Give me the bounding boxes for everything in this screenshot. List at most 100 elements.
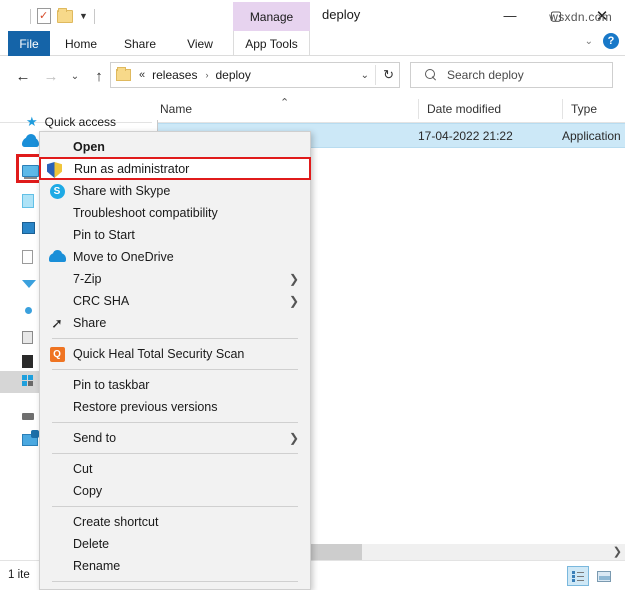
divider bbox=[93, 8, 95, 24]
cell-date-modified: 17-04-2022 21:22 bbox=[418, 129, 513, 143]
address-bar: ← → ⌄ ↑ « releases › deploy ⌄ ↻ Search d… bbox=[0, 57, 625, 93]
skype-icon: S bbox=[48, 182, 66, 200]
column-header-date-modified[interactable]: Date modified bbox=[418, 99, 501, 119]
menu-item-delete[interactable]: Delete bbox=[40, 533, 310, 555]
menu-item-label: Cut bbox=[73, 462, 93, 476]
new-folder-icon[interactable] bbox=[57, 7, 73, 23]
annotation-highlight-run-as-administrator[interactable]: Run as administrator bbox=[39, 157, 311, 180]
menu-item-pin-to-start[interactable]: Pin to Start bbox=[40, 224, 310, 246]
view-mode-buttons bbox=[567, 566, 615, 586]
breadcrumb-item-deploy[interactable]: deploy bbox=[215, 68, 250, 82]
divider bbox=[375, 65, 376, 85]
menu-item-troubleshoot-compatibility[interactable]: Troubleshoot compatibility bbox=[40, 202, 310, 224]
help-icon[interactable]: ? bbox=[603, 33, 619, 49]
breadcrumb-overflow-icon[interactable]: « bbox=[139, 69, 145, 81]
search-icon bbox=[425, 69, 437, 81]
chevron-right-icon: ❯ bbox=[288, 294, 299, 308]
item-count-label: 1 ite bbox=[8, 569, 30, 581]
tiles-view-icon bbox=[597, 570, 611, 582]
divider bbox=[30, 8, 31, 24]
menu-item-restore-previous-versions[interactable]: Restore previous versions bbox=[40, 396, 310, 418]
quick-access-toolbar: ▼ bbox=[30, 4, 95, 28]
desktop-icon[interactable] bbox=[22, 194, 38, 209]
ribbon-tab-strip: File Home Share View App Tools bbox=[0, 31, 625, 56]
menu-item-crc-sha[interactable]: CRC SHA ❯ bbox=[40, 290, 310, 312]
menu-separator bbox=[52, 506, 298, 507]
back-button[interactable]: ← bbox=[12, 65, 34, 87]
menu-item-rename[interactable]: Rename bbox=[40, 555, 310, 577]
menu-item-send-to[interactable]: Send to ❯ bbox=[40, 427, 310, 449]
breadcrumb-separator-icon: › bbox=[205, 70, 209, 80]
local-disk-icon[interactable] bbox=[22, 375, 38, 390]
menu-item-share[interactable]: ➚ Share bbox=[40, 312, 310, 334]
chevron-right-icon: ❯ bbox=[288, 272, 299, 286]
column-header-name[interactable]: Name bbox=[160, 95, 192, 122]
refresh-icon[interactable]: ↻ bbox=[383, 67, 394, 83]
menu-item-label: Send to bbox=[73, 431, 117, 445]
menu-item-quick-heal-total-security-scan[interactable]: Q Quick Heal Total Security Scan bbox=[40, 343, 310, 365]
menu-item-cut[interactable]: Cut bbox=[40, 458, 310, 480]
windows-drive-icon[interactable] bbox=[22, 355, 38, 370]
chevron-down-icon[interactable]: ⌄ bbox=[361, 70, 369, 81]
breadcrumb-item-releases[interactable]: releases bbox=[152, 68, 197, 82]
drive-icon[interactable] bbox=[22, 413, 38, 428]
menu-separator bbox=[52, 453, 298, 454]
pictures-icon[interactable] bbox=[22, 307, 38, 322]
column-header-type[interactable]: Type bbox=[562, 99, 597, 119]
menu-item-label: Pin to taskbar bbox=[73, 378, 150, 392]
onedrive-cloud-icon[interactable] bbox=[22, 137, 39, 152]
forward-button[interactable]: → bbox=[40, 65, 62, 87]
menu-item-label: Pin to Start bbox=[73, 228, 135, 242]
tab-file[interactable]: File bbox=[8, 31, 50, 56]
up-button[interactable]: ↑ bbox=[88, 65, 110, 87]
minimize-button[interactable]: — bbox=[487, 0, 533, 31]
menu-item-7-zip[interactable]: 7-Zip ❯ bbox=[40, 268, 310, 290]
details-view-button[interactable] bbox=[567, 566, 589, 586]
documents-icon[interactable] bbox=[22, 222, 38, 237]
menu-separator bbox=[52, 581, 298, 582]
star-icon: ★ bbox=[26, 114, 38, 129]
music-icon[interactable] bbox=[22, 280, 38, 295]
properties-icon[interactable] bbox=[37, 8, 51, 24]
folder-icon bbox=[116, 67, 131, 81]
menu-item-label: Share bbox=[73, 316, 107, 330]
menu-item-properties[interactable]: Properties bbox=[40, 586, 310, 590]
videos-icon[interactable] bbox=[22, 331, 38, 346]
file-explorer-window: ▼ deploy — ▢ ✕ Manage File Home Share Vi… bbox=[0, 0, 625, 590]
window-title: deploy bbox=[322, 7, 361, 22]
menu-item-share-with-skype[interactable]: S Share with Skype bbox=[40, 180, 310, 202]
menu-item-copy[interactable]: Copy bbox=[40, 480, 310, 502]
tiles-view-button[interactable] bbox=[593, 566, 615, 586]
chevron-down-icon[interactable]: ⌄ bbox=[585, 36, 593, 47]
sidebar-item-quick-access[interactable]: ★ Quick access bbox=[26, 114, 116, 130]
menu-item-pin-to-taskbar[interactable]: Pin to taskbar bbox=[40, 374, 310, 396]
search-input[interactable]: Search deploy bbox=[447, 68, 524, 82]
menu-separator bbox=[52, 338, 298, 339]
tab-share[interactable]: Share bbox=[114, 31, 166, 56]
ribbon-right-controls: ⌄ ? bbox=[585, 33, 619, 49]
context-menu: Open Run as administrator S Share with Skyp… bbox=[39, 131, 311, 590]
breadcrumb[interactable]: « releases › deploy ⌄ ↻ bbox=[110, 62, 400, 88]
menu-item-open[interactable]: Open bbox=[40, 136, 310, 158]
menu-item-label: 7-Zip bbox=[73, 272, 102, 286]
watermark: wsxdn.com bbox=[549, 10, 612, 24]
menu-item-label: Open bbox=[73, 140, 105, 154]
menu-item-run-as-administrator-label: Run as administrator bbox=[74, 162, 190, 176]
menu-item-move-to-onedrive[interactable]: Move to OneDrive bbox=[40, 246, 310, 268]
tab-home[interactable]: Home bbox=[56, 31, 106, 56]
tab-app-tools[interactable]: App Tools bbox=[233, 31, 310, 56]
search-box[interactable]: Search deploy bbox=[410, 62, 613, 88]
chevron-right-icon: ❯ bbox=[288, 431, 299, 445]
downloads-icon[interactable] bbox=[22, 250, 38, 265]
recent-locations-button[interactable]: ⌄ bbox=[64, 65, 86, 87]
customize-qat-icon[interactable]: ▼ bbox=[79, 11, 88, 21]
network-icon[interactable] bbox=[22, 434, 38, 449]
menu-item-label: Create shortcut bbox=[73, 515, 159, 529]
menu-item-label: Delete bbox=[73, 537, 110, 551]
contextual-tab-manage[interactable]: Manage bbox=[233, 2, 310, 31]
details-view-icon bbox=[571, 570, 585, 582]
scroll-right-icon[interactable]: ❯ bbox=[613, 545, 622, 558]
menu-item-create-shortcut[interactable]: Create shortcut bbox=[40, 511, 310, 533]
sidebar-item-label: Quick access bbox=[44, 115, 117, 129]
tab-view[interactable]: View bbox=[176, 31, 224, 56]
